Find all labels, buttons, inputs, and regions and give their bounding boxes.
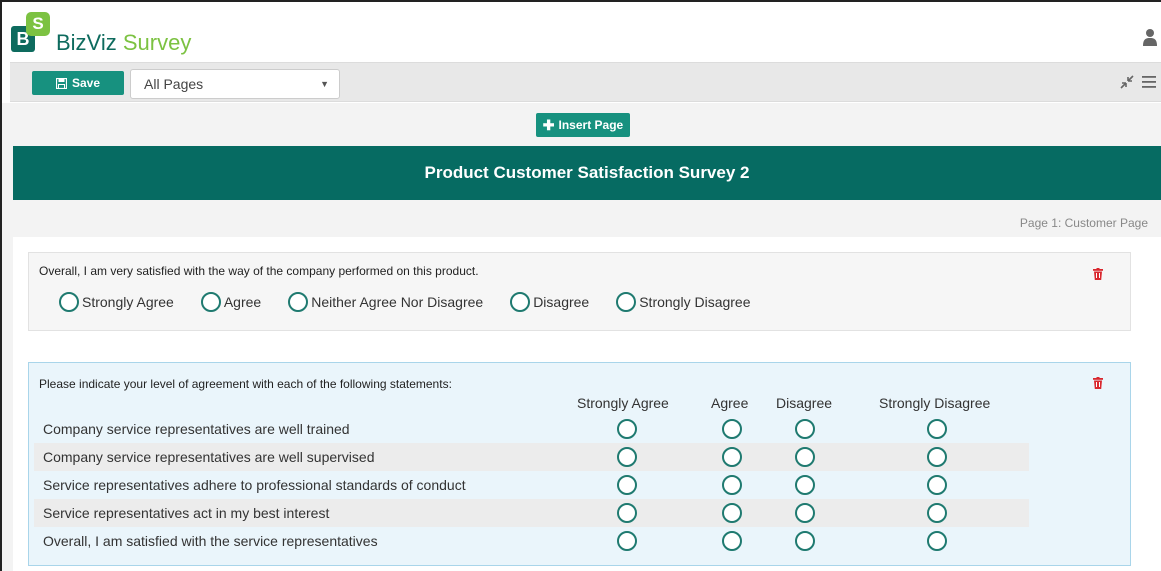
radio-button[interactable] <box>617 447 637 467</box>
question-2-text: Please indicate your level of agreement … <box>39 377 452 391</box>
matrix-row: Company service representatives are well… <box>34 415 1029 443</box>
page-label: Page 1: Customer Page <box>1019 216 1148 230</box>
row-label: Company service representatives are well… <box>43 449 375 465</box>
radio-button[interactable] <box>927 503 947 523</box>
hamburger-menu-icon[interactable] <box>1141 74 1157 90</box>
page-select[interactable]: All Pages ▼ <box>130 69 340 99</box>
radio-button[interactable] <box>795 531 815 551</box>
option-label: Disagree <box>533 294 590 310</box>
insert-page-label: Insert Page <box>558 118 624 132</box>
radio-button[interactable] <box>927 419 947 439</box>
compress-icon[interactable] <box>1119 74 1135 90</box>
radio-button[interactable] <box>617 475 637 495</box>
page-select-value: All Pages <box>144 76 204 92</box>
matrix-row: Overall, I am satisfied with the service… <box>34 527 1029 555</box>
column-header: Strongly Agree <box>577 395 669 411</box>
user-icon[interactable] <box>1143 28 1157 46</box>
question-1-options: Strongly Agree Agree Neither Agree Nor D… <box>59 292 778 312</box>
option-agree[interactable]: Agree <box>200 292 262 312</box>
radio-button[interactable] <box>722 503 742 523</box>
column-header: Strongly Disagree <box>879 395 991 411</box>
option-label: Agree <box>223 294 262 310</box>
radio-button[interactable] <box>927 531 947 551</box>
question-1[interactable]: Overall, I am very satisfied with the wa… <box>28 252 1131 331</box>
radio-button[interactable] <box>200 292 221 312</box>
option-neither[interactable]: Neither Agree Nor Disagree <box>288 292 483 312</box>
radio-button[interactable] <box>927 447 947 467</box>
radio-button[interactable] <box>722 447 742 467</box>
radio-button[interactable] <box>617 503 637 523</box>
column-header: Disagree <box>776 395 833 411</box>
logo-s: S <box>26 12 50 36</box>
column-header: Agree <box>711 395 749 411</box>
radio-button[interactable] <box>795 419 815 439</box>
option-label: Strongly Agree <box>82 294 174 310</box>
toolbar: Save All Pages ▼ <box>10 62 1161 102</box>
brand-part-bizviz: BizViz <box>56 30 117 55</box>
radio-button[interactable] <box>795 503 815 523</box>
save-button[interactable]: Save <box>32 71 124 95</box>
chevron-down-icon: ▼ <box>320 79 329 89</box>
radio-button[interactable] <box>59 292 79 312</box>
option-strongly-agree[interactable]: Strongly Agree <box>59 292 174 312</box>
radio-button[interactable] <box>795 475 815 495</box>
save-label: Save <box>71 76 101 90</box>
radio-button[interactable] <box>617 419 637 439</box>
floppy-disk-icon <box>55 77 67 89</box>
option-label: Neither Agree Nor Disagree <box>311 294 484 310</box>
matrix-row: Company service representatives are well… <box>34 443 1029 471</box>
row-label: Overall, I am satisfied with the service… <box>43 533 378 549</box>
radio-button[interactable] <box>795 447 815 467</box>
survey-canvas: ✚ Insert Page Product Customer Satisfact… <box>2 103 1161 571</box>
page-body: Overall, I am very satisfied with the wa… <box>13 237 1161 571</box>
option-disagree[interactable]: Disagree <box>510 292 589 312</box>
radio-button[interactable] <box>617 531 637 551</box>
row-label: Service representatives act in my best i… <box>43 505 330 521</box>
brand-part-survey: Survey <box>122 30 192 55</box>
radio-button[interactable] <box>927 475 947 495</box>
option-strongly-disagree[interactable]: Strongly Disagree <box>616 292 751 312</box>
survey-title[interactable]: Product Customer Satisfaction Survey 2 <box>13 146 1161 200</box>
delete-icon[interactable] <box>1093 268 1103 280</box>
radio-button[interactable] <box>616 292 637 312</box>
matrix-row: Service representatives adhere to profes… <box>34 471 1029 499</box>
question-1-text: Overall, I am very satisfied with the wa… <box>39 264 479 278</box>
question-2-matrix[interactable]: Please indicate your level of agreement … <box>28 362 1131 566</box>
radio-button[interactable] <box>510 292 531 312</box>
radio-button[interactable] <box>722 475 742 495</box>
brand-name: BizViz Survey <box>56 29 191 57</box>
radio-button[interactable] <box>722 531 742 551</box>
row-label: Service representatives adhere to profes… <box>43 477 466 493</box>
radio-button[interactable] <box>722 419 742 439</box>
app-header: B S BizViz Survey <box>2 2 1161 60</box>
delete-icon[interactable] <box>1093 377 1103 389</box>
row-label: Company service representatives are well… <box>43 421 350 437</box>
radio-button[interactable] <box>288 292 309 312</box>
plus-icon: ✚ <box>542 117 555 133</box>
option-label: Strongly Disagree <box>639 294 751 310</box>
matrix-row: Service representatives act in my best i… <box>34 499 1029 527</box>
bizviz-logo: B S <box>11 12 51 56</box>
insert-page-button[interactable]: ✚ Insert Page <box>536 113 630 137</box>
